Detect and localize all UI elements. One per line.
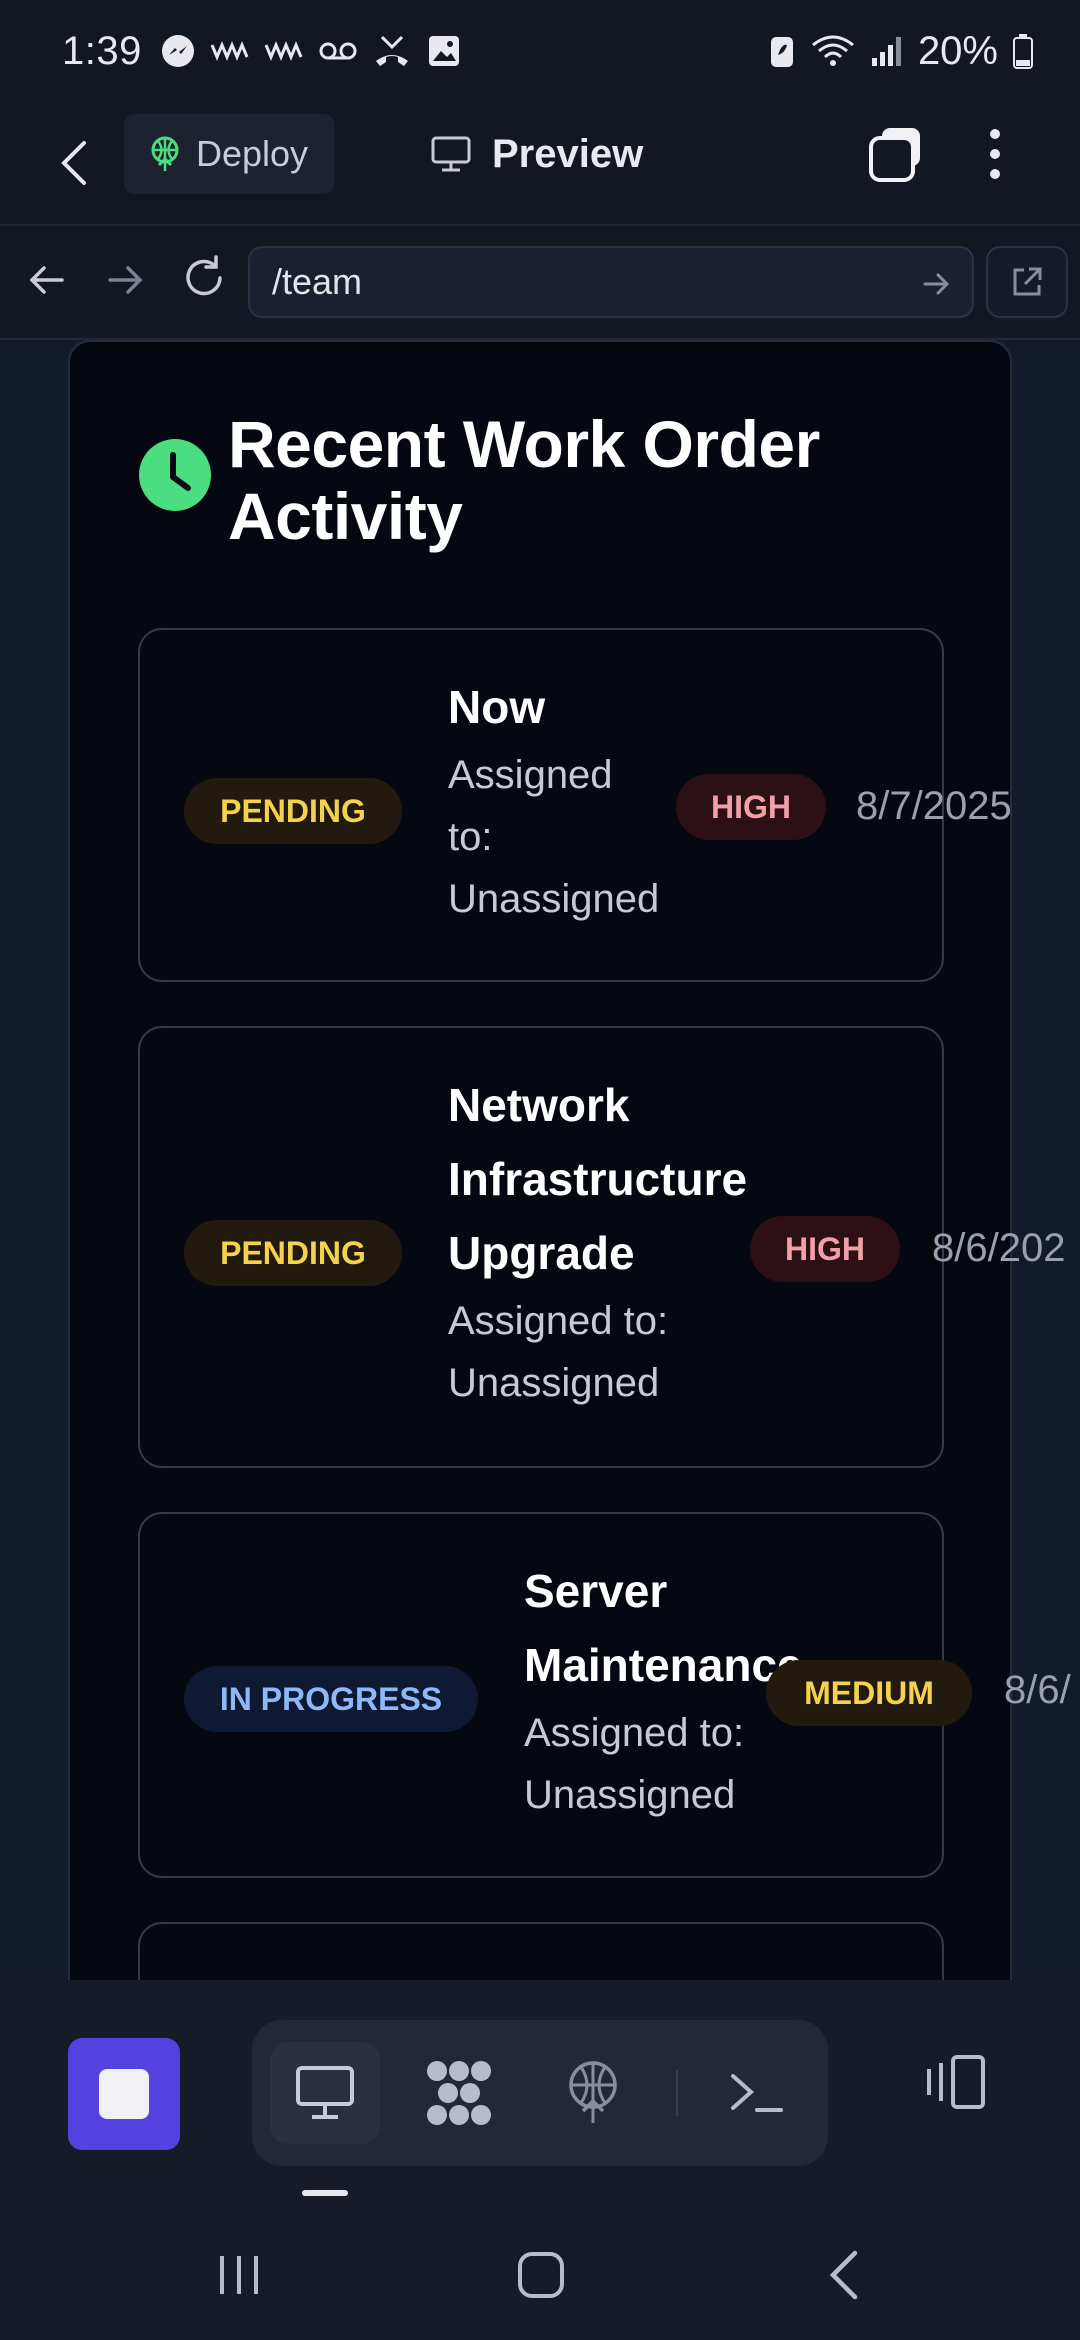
work-order-date: 8/7/2025 xyxy=(856,784,1012,828)
panel-header: Recent Work Order Activity xyxy=(138,408,958,552)
recent-activity-panel: Recent Work Order Activity PENDING Now A… xyxy=(68,340,1071,1980)
browser-back-button[interactable] xyxy=(24,258,68,302)
wifi-icon xyxy=(812,35,854,66)
reload-button[interactable] xyxy=(180,254,228,302)
arrow-right-icon xyxy=(108,266,143,294)
status-badge: IN PROGRESS xyxy=(184,1666,478,1732)
work-order-title: Upgrade xyxy=(448,1227,635,1279)
clock-icon xyxy=(139,439,211,511)
work-order-card[interactable] xyxy=(138,1922,944,1980)
home-icon xyxy=(518,2252,564,2298)
status-time: 1:39 xyxy=(62,28,142,73)
recent-apps-icon xyxy=(220,2256,258,2294)
active-tab-indicator xyxy=(302,2190,348,2196)
preview-tool-button[interactable] xyxy=(270,2042,380,2144)
assigned-line: Unassigned xyxy=(448,877,660,921)
deploy-tool-button[interactable] xyxy=(538,2042,648,2144)
priority-badge: HIGH xyxy=(750,1216,900,1282)
open-external-button[interactable] xyxy=(986,246,1068,318)
preview-label: Preview xyxy=(492,131,644,176)
panel-title-line: Recent Work Order xyxy=(228,407,820,481)
status-badge: PENDING xyxy=(184,1220,402,1286)
work-order-title: Infrastructure xyxy=(448,1153,748,1205)
work-order-card[interactable]: IN PROGRESS Server Maintenance Assigned … xyxy=(138,1512,1071,1878)
app-bar: Deploy Preview xyxy=(0,102,1080,224)
status-badge: PENDING xyxy=(184,778,402,844)
priority-badge: HIGH xyxy=(676,774,826,840)
battery-icon xyxy=(1013,34,1033,69)
panel-title-line: Activity xyxy=(228,479,463,553)
work-order-details: Network Infrastructure Upgrade Assigned … xyxy=(448,1068,778,1414)
assigned-line: Unassigned xyxy=(524,1773,736,1817)
work-order-date: 8/6/ xyxy=(1004,1668,1071,1712)
arrow-left-icon xyxy=(29,266,64,294)
split-screen-icon xyxy=(927,2055,985,2109)
chevron-left-icon xyxy=(61,141,86,185)
recent-apps-button[interactable] xyxy=(204,2240,274,2310)
gallery-icon xyxy=(428,36,459,66)
battery-percent: 20% xyxy=(917,28,998,73)
monitor-icon xyxy=(431,136,471,172)
puzzle-grid-icon xyxy=(427,2061,491,2125)
stop-icon xyxy=(99,2069,149,2119)
terminal-icon xyxy=(731,2074,783,2112)
url-text: /team xyxy=(272,261,363,302)
tool-group xyxy=(252,2020,828,2166)
external-link-icon xyxy=(1013,267,1042,296)
bottom-toolbar xyxy=(0,1980,1080,2200)
browser-url-bar: /team xyxy=(0,224,1080,340)
url-go-button[interactable] xyxy=(922,270,952,298)
more-vertical-icon xyxy=(990,129,1000,179)
work-order-title: Now xyxy=(448,681,546,733)
voicemail-wave-icon xyxy=(210,41,249,61)
status-bar: 1:39 20% xyxy=(0,0,1080,102)
messenger-icon xyxy=(161,35,194,67)
stop-button[interactable] xyxy=(68,2038,180,2150)
url-input[interactable]: /team xyxy=(248,246,974,318)
missed-call-icon xyxy=(375,35,408,66)
split-view-button[interactable] xyxy=(916,2042,996,2122)
priority-badge: MEDIUM xyxy=(766,1660,972,1726)
monitor-icon xyxy=(296,2066,354,2119)
apps-tool-button[interactable] xyxy=(404,2042,514,2144)
assigned-line: to: xyxy=(448,815,493,859)
tabs-icon xyxy=(869,128,920,182)
tabs-button[interactable] xyxy=(866,122,926,186)
work-order-card[interactable]: PENDING Now Assigned to: Unassigned HIGH… xyxy=(138,628,1012,982)
browser-forward-button[interactable] xyxy=(104,258,148,302)
deploy-icon xyxy=(151,136,179,171)
deploy-icon xyxy=(569,2061,617,2123)
deploy-label: Deploy xyxy=(196,133,309,174)
reload-icon xyxy=(186,255,222,296)
preview-tab[interactable]: Preview xyxy=(430,124,643,184)
assigned-line: Unassigned xyxy=(448,1361,660,1405)
panel-title: Recent Work Order Activity xyxy=(228,408,820,552)
voicemail-wave-icon-2 xyxy=(264,41,303,61)
battery-saver-icon xyxy=(770,37,793,67)
home-button[interactable] xyxy=(506,2240,576,2310)
signal-icon xyxy=(871,37,901,66)
more-options-button[interactable] xyxy=(980,124,1010,184)
work-order-details: Now Assigned to: Unassigned xyxy=(448,670,688,930)
toolbar-divider xyxy=(676,2070,678,2116)
assigned-line: Assigned to: xyxy=(448,1299,669,1343)
work-order-card[interactable]: PENDING Network Infrastructure Upgrade A… xyxy=(138,1026,1065,1468)
work-order-title: Network xyxy=(448,1079,630,1131)
chevron-left-icon xyxy=(829,2250,858,2300)
work-order-title: Server xyxy=(524,1565,668,1617)
work-order-date: 8/6/202 xyxy=(932,1226,1066,1270)
system-back-button[interactable] xyxy=(808,2240,878,2310)
voicemail-icon xyxy=(319,42,357,60)
back-button[interactable] xyxy=(58,132,102,194)
arrow-right-icon xyxy=(923,273,950,295)
assigned-line: Assigned xyxy=(448,753,613,797)
deploy-button[interactable]: Deploy xyxy=(124,114,334,194)
system-navigation-bar xyxy=(0,2200,1080,2340)
web-preview-viewport[interactable]: Recent Work Order Activity PENDING Now A… xyxy=(0,340,1080,1980)
terminal-tool-button[interactable] xyxy=(702,2042,812,2144)
